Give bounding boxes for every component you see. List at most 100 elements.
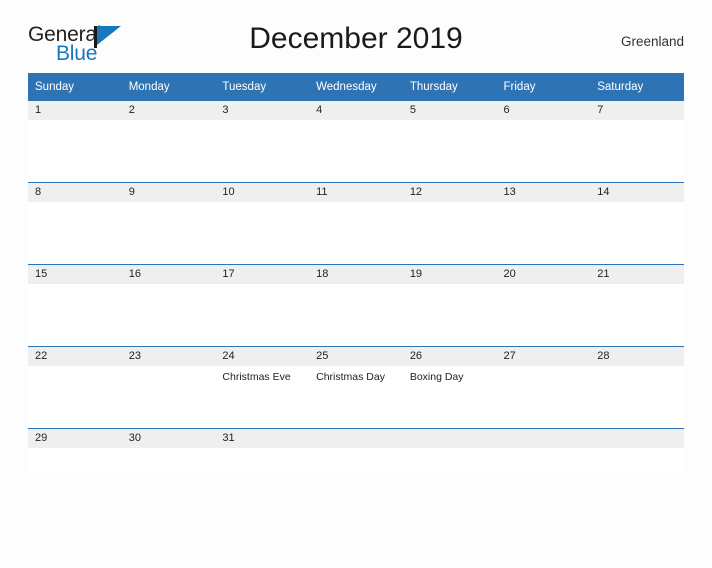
day-number: 16: [121, 265, 216, 284]
day-event-label: [497, 120, 591, 125]
calendar-day-cell[interactable]: 18: [309, 264, 403, 347]
day-event-label: [497, 366, 591, 371]
weekday-header-friday: Friday: [496, 73, 591, 101]
day-number: 11: [309, 183, 403, 202]
calendar-day-cell[interactable]: 25 Christmas Day: [309, 346, 403, 429]
calendar-locale-label: Greenland: [620, 34, 684, 49]
day-event-label: [403, 120, 497, 125]
calendar-page: General Blue December 2019 Greenland Sun…: [0, 18, 712, 568]
day-number: [496, 429, 591, 448]
calendar-day-cell[interactable]: 27: [496, 346, 591, 429]
day-number: 10: [215, 183, 310, 202]
calendar-week-row: 22 23 24 Christmas Eve 25 Christmas Day 26…: [28, 346, 684, 429]
day-number: 17: [215, 265, 310, 284]
day-event-label: [28, 284, 122, 289]
day-number: 14: [590, 183, 684, 202]
day-event-label: [215, 202, 309, 207]
calendar-day-cell[interactable]: 21: [590, 264, 684, 347]
day-event-label: Boxing Day: [409, 371, 464, 383]
calendar-day-cell[interactable]: 31: [215, 428, 310, 471]
day-number: [309, 429, 403, 448]
calendar-day-cell[interactable]: 3: [215, 100, 310, 183]
day-number: 6: [496, 101, 591, 120]
day-number: 9: [121, 183, 216, 202]
weekday-header-thursday: Thursday: [402, 73, 497, 101]
day-event-label: [309, 284, 403, 289]
calendar-day-cell[interactable]: 30: [121, 428, 216, 471]
day-event-label: [122, 448, 216, 453]
calendar-day-cell[interactable]: 7: [590, 100, 684, 183]
calendar-day-cell[interactable]: 26 Boxing Day: [402, 346, 497, 429]
day-number: 15: [28, 265, 122, 284]
calendar-day-cell[interactable]: 14: [590, 182, 684, 265]
calendar-day-cell[interactable]: 11: [309, 182, 403, 265]
day-event-label: [122, 120, 216, 125]
day-number: 26: [402, 347, 497, 366]
calendar-day-cell[interactable]: 10: [215, 182, 310, 265]
calendar-day-cell[interactable]: 28: [590, 346, 684, 429]
calendar-day-cell[interactable]: 15: [28, 264, 122, 347]
calendar-day-cell[interactable]: [590, 428, 684, 471]
calendar-day-cell[interactable]: 29: [28, 428, 122, 471]
day-number: 21: [590, 265, 684, 284]
calendar-week-row: 1 2 3 4 5 6 7: [28, 100, 684, 183]
day-event-label: [309, 202, 403, 207]
day-number: 3: [215, 101, 310, 120]
day-event-label: [122, 202, 216, 207]
day-number: 8: [28, 183, 122, 202]
calendar-table: Sunday Monday Tuesday Wednesday Thursday…: [28, 73, 684, 471]
day-number: 12: [402, 183, 497, 202]
day-event-label: [403, 284, 497, 289]
calendar-day-cell[interactable]: 5: [402, 100, 497, 183]
calendar-header-row: Sunday Monday Tuesday Wednesday Thursday…: [28, 73, 684, 101]
day-number: 22: [28, 347, 122, 366]
calendar-body: 1 2 3 4 5 6 7 8 9 10 11 12 13 14 15 16 1…: [28, 100, 684, 471]
weekday-header-tuesday: Tuesday: [215, 73, 310, 101]
weekday-header-wednesday: Wednesday: [309, 73, 403, 101]
calendar-week-row: 15 16 17 18 19 20 21: [28, 264, 684, 347]
day-event-label: [590, 448, 684, 453]
day-event-label: [403, 448, 497, 453]
calendar-week-row: 29 30 31: [28, 428, 684, 471]
calendar-day-cell[interactable]: 8: [28, 182, 122, 265]
calendar-day-cell[interactable]: 2: [121, 100, 216, 183]
calendar-day-cell[interactable]: 17: [215, 264, 310, 347]
calendar-day-cell[interactable]: 4: [309, 100, 403, 183]
day-event-label: Christmas Eve: [222, 371, 291, 383]
day-event-label: [28, 120, 122, 125]
day-number: 28: [590, 347, 684, 366]
day-event-label: [215, 284, 309, 289]
day-event-label: [215, 448, 309, 453]
calendar-day-cell[interactable]: 22: [28, 346, 122, 429]
calendar-day-cell[interactable]: 13: [496, 182, 591, 265]
calendar-day-cell[interactable]: [402, 428, 497, 471]
calendar-day-cell[interactable]: [496, 428, 591, 471]
day-number: 25: [309, 347, 403, 366]
day-event-label: [122, 366, 216, 371]
day-event-label: [590, 366, 684, 371]
calendar-day-cell[interactable]: 23: [121, 346, 216, 429]
calendar-day-cell[interactable]: 12: [402, 182, 497, 265]
calendar-day-cell[interactable]: 9: [121, 182, 216, 265]
day-number: 29: [28, 429, 122, 448]
calendar-day-cell[interactable]: 16: [121, 264, 216, 347]
calendar-day-cell[interactable]: 20: [496, 264, 591, 347]
day-number: [590, 429, 684, 448]
calendar-day-cell[interactable]: 1: [28, 100, 122, 183]
day-event-label: [309, 448, 403, 453]
weekday-header-sunday: Sunday: [28, 73, 122, 101]
calendar-day-cell[interactable]: [309, 428, 403, 471]
day-event-label: [497, 284, 591, 289]
calendar-day-cell[interactable]: 19: [402, 264, 497, 347]
day-event-label: [28, 448, 122, 453]
day-number: 1: [28, 101, 122, 120]
day-number: [402, 429, 497, 448]
day-event-label: [122, 284, 216, 289]
calendar-day-cell[interactable]: 6: [496, 100, 591, 183]
day-event-label: [309, 120, 403, 125]
day-number: 19: [402, 265, 497, 284]
page-title: December 2019: [249, 22, 463, 55]
day-number: 5: [402, 101, 497, 120]
calendar-day-cell[interactable]: 24 Christmas Eve: [215, 346, 310, 429]
day-number: 30: [121, 429, 216, 448]
